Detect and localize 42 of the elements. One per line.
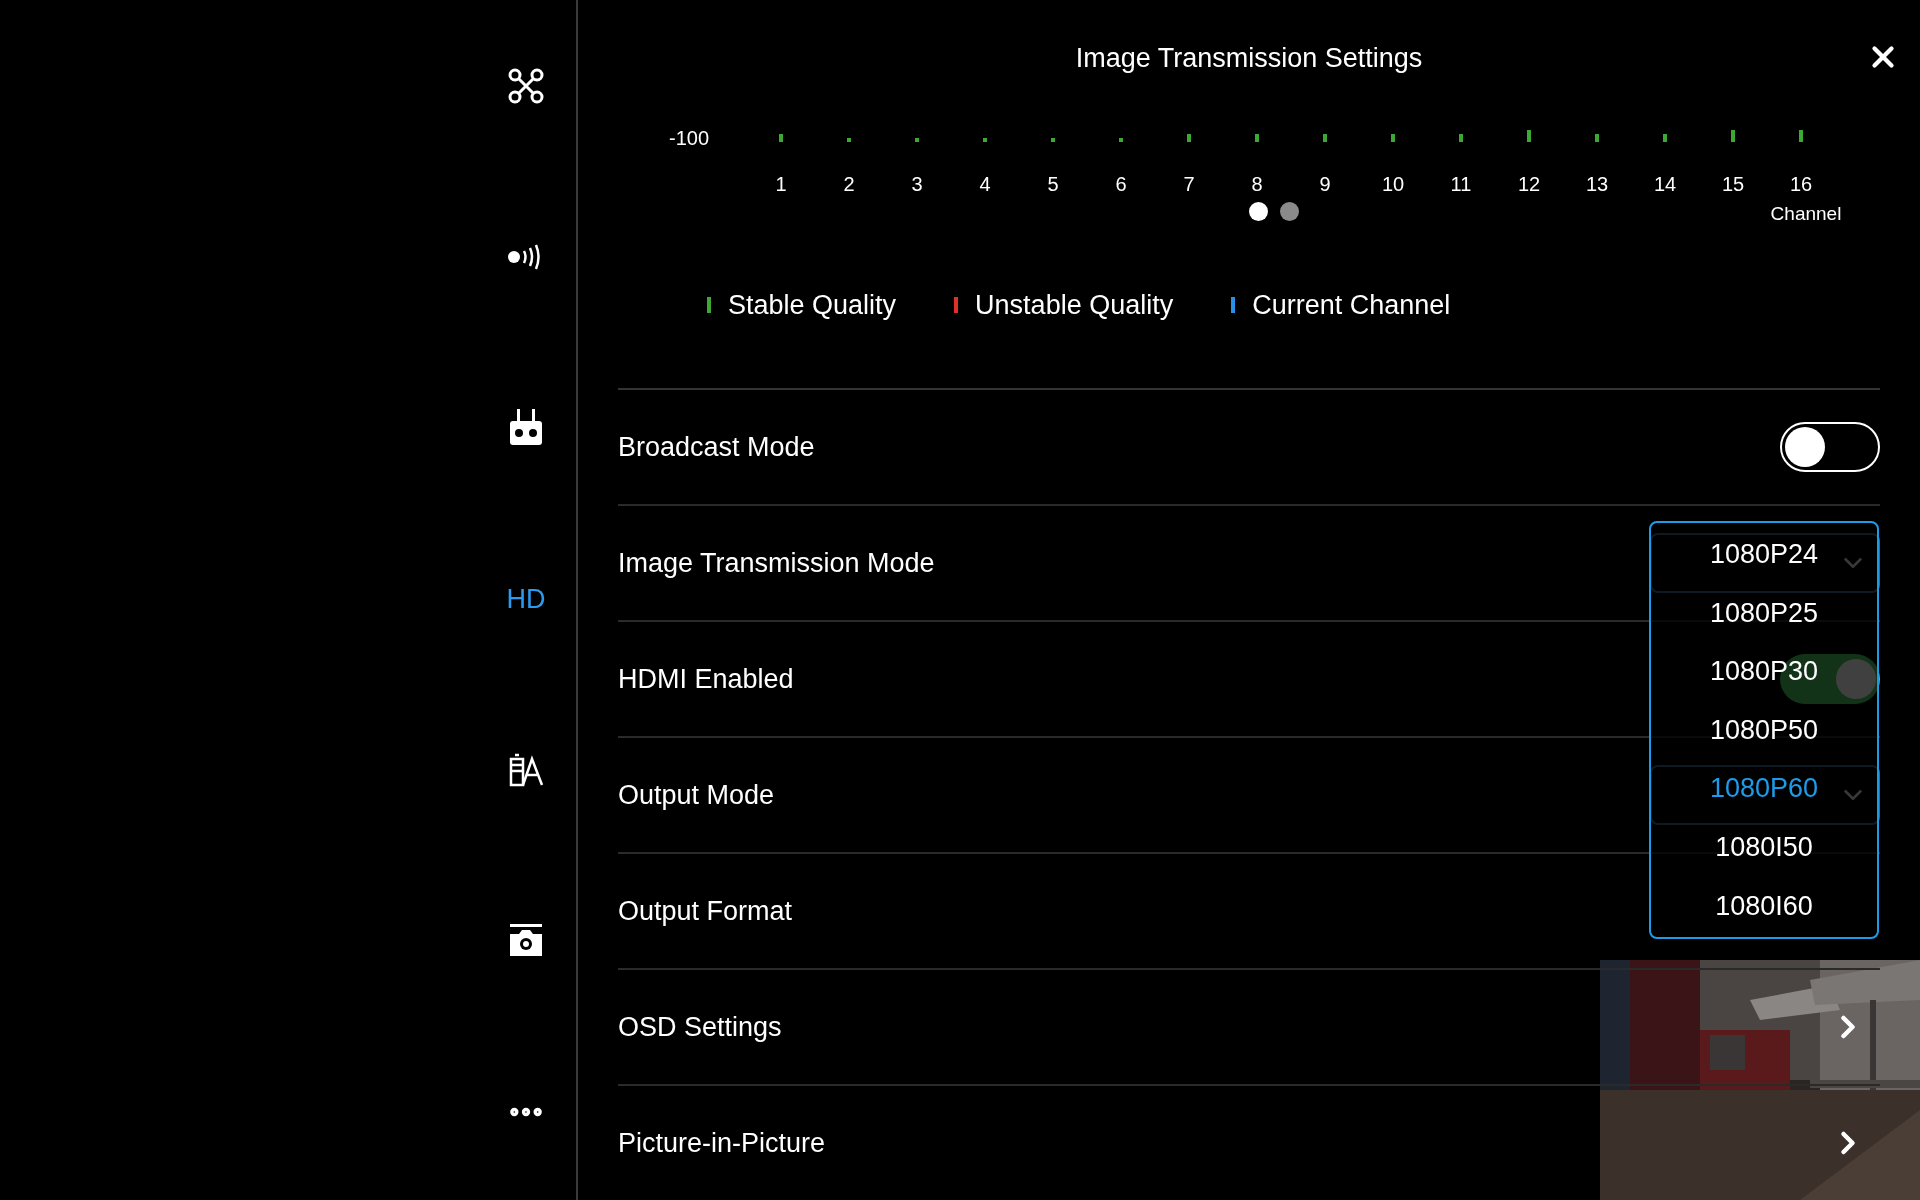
setting-label: HDMI Enabled — [618, 662, 794, 696]
setting-label: Output Mode — [618, 778, 775, 812]
channel-number: 8 — [1251, 172, 1263, 197]
setting-label: Picture-in-Picture — [618, 1126, 826, 1160]
dropdown-option[interactable]: 1080P60 — [1651, 759, 1877, 818]
channel-number: 10 — [1381, 172, 1405, 197]
legend-label: Stable Quality — [728, 288, 897, 322]
dropdown-option[interactable]: 1080P50 — [1651, 700, 1877, 760]
channel-number: 13 — [1585, 172, 1609, 197]
drone-icon[interactable] — [507, 67, 545, 105]
channel-number: 7 — [1183, 172, 1195, 197]
battery-letter-icon[interactable] — [508, 753, 544, 787]
dropdown-option[interactable]: 1080P24 — [1651, 525, 1877, 584]
channel-number: 5 — [1047, 172, 1059, 197]
dropdown-option[interactable]: 1080P25 — [1651, 583, 1877, 643]
channel-number: 11 — [1450, 172, 1472, 197]
channel-number: 6 — [1115, 172, 1127, 197]
channel-number: 1 — [775, 172, 787, 197]
channel-number: 9 — [1319, 172, 1331, 197]
dropdown-option[interactable]: 1080I60 — [1651, 876, 1877, 936]
channel-number: 15 — [1721, 172, 1745, 197]
channel-number: 3 — [911, 172, 923, 197]
channel-number: 12 — [1517, 172, 1541, 197]
channel-number: 14 — [1653, 172, 1677, 197]
legend-label: Current Channel — [1252, 288, 1451, 322]
setting-label: Broadcast Mode — [618, 430, 815, 464]
dropdown-option[interactable]: 1080P30 — [1651, 642, 1877, 701]
toggle-switch[interactable] — [1780, 422, 1880, 472]
channel-number: 2 — [843, 172, 855, 197]
setting-label: OSD Settings — [618, 1010, 782, 1044]
channel-number: 4 — [979, 172, 991, 197]
axis-label: -100 — [669, 128, 710, 148]
camera-icon[interactable] — [508, 924, 544, 958]
channel-number: 16 — [1789, 172, 1813, 197]
remote-controller-icon[interactable] — [509, 409, 543, 447]
axis-title: Channel — [1769, 201, 1843, 226]
window-title: Image Transmission Settings — [1075, 41, 1423, 75]
legend-label: Unstable Quality — [975, 288, 1174, 322]
setting-label: Output Format — [618, 894, 793, 928]
dropdown-option[interactable]: 1080I50 — [1651, 817, 1877, 877]
setting-label: Image Transmission Mode — [618, 546, 935, 580]
hd-tab[interactable]: HD — [506, 578, 546, 620]
